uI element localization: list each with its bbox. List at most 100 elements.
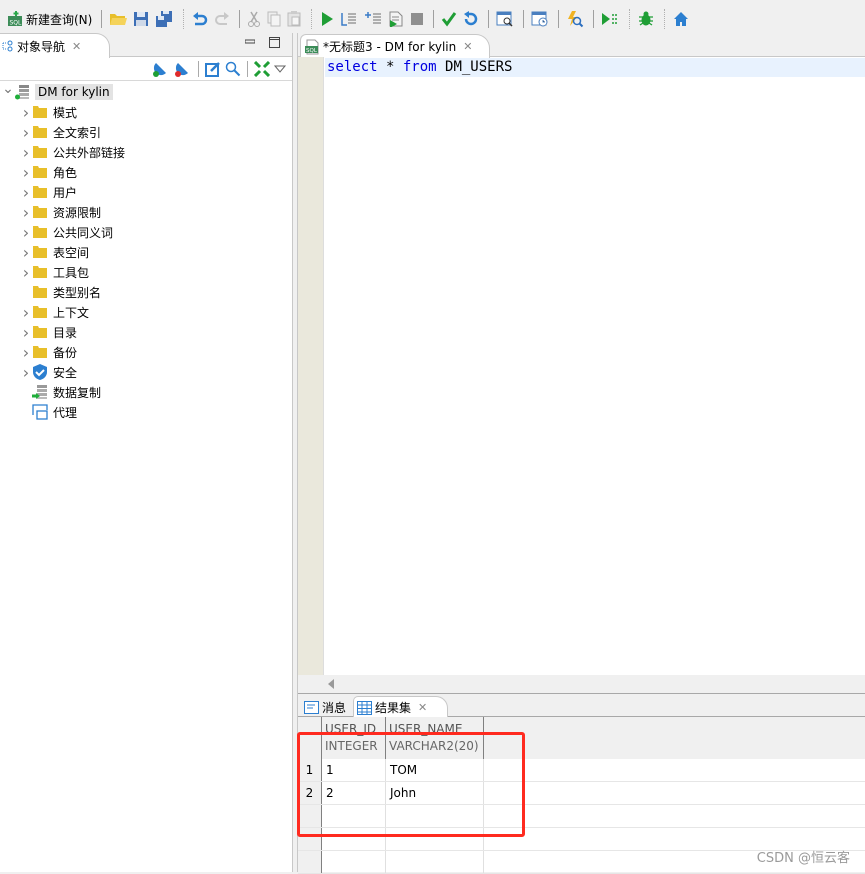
empty-cell — [386, 805, 484, 827]
chevron-right-icon[interactable]: › — [20, 123, 32, 142]
execute-batch-button[interactable] — [362, 8, 384, 30]
new-query-button[interactable]: SQL 新建查询(N) — [5, 8, 94, 30]
execute-button[interactable] — [318, 8, 336, 30]
job-history-button[interactable] — [529, 8, 551, 30]
sql-code-line[interactable]: select * from DM_USERS — [325, 58, 865, 77]
view-menu-icon[interactable] — [274, 64, 286, 74]
tree-item[interactable]: › 目录 — [0, 322, 292, 342]
calendar-search-icon — [496, 11, 513, 27]
tree-item[interactable]: 类型别名 — [0, 282, 292, 302]
tree-item[interactable]: › 公共外部链接 — [0, 142, 292, 162]
cell-user-id[interactable]: 1 — [322, 759, 386, 781]
undo-button[interactable] — [190, 8, 210, 30]
chevron-right-icon[interactable]: › — [20, 323, 32, 342]
chevron-right-icon[interactable]: › — [20, 303, 32, 322]
commit-button[interactable] — [439, 8, 459, 30]
open-button[interactable] — [107, 8, 129, 30]
chevron-right-icon[interactable]: › — [20, 343, 32, 362]
tree-item[interactable]: › 角色 — [0, 162, 292, 182]
tab-sql-editor[interactable]: SQL *无标题3 - DM for kylin ✕ — [300, 34, 490, 58]
execute-script-button[interactable] — [386, 8, 406, 30]
tree-item[interactable]: 代理 — [0, 402, 292, 422]
rollback-button[interactable] — [461, 8, 481, 30]
replication-icon — [32, 384, 48, 400]
check-icon — [442, 12, 457, 27]
disconnect-icon[interactable] — [174, 61, 192, 77]
chevron-right-icon[interactable]: › — [20, 163, 32, 182]
cell-user-name[interactable]: TOM — [386, 759, 484, 781]
bug-icon — [639, 11, 654, 26]
minimize-icon[interactable] — [245, 37, 255, 47]
expand-all-icon[interactable] — [254, 60, 270, 77]
tree-item[interactable]: › 安全 — [0, 362, 292, 382]
debug-step-button[interactable] — [599, 8, 621, 30]
tree-item[interactable]: › 上下文 — [0, 302, 292, 322]
row-number — [298, 805, 322, 827]
folder-icon — [32, 304, 48, 320]
toolbar-separator — [183, 9, 185, 29]
navigator-tabbar: 对象导航 ✕ — [0, 33, 292, 58]
tree-item[interactable]: › 用户 — [0, 182, 292, 202]
table-row[interactable]: 2 2 John — [298, 782, 865, 805]
search-icon[interactable] — [225, 61, 241, 77]
batch-icon — [365, 12, 382, 24]
tree-item-label: 全文索引 — [53, 125, 102, 140]
row-number: 2 — [298, 782, 322, 804]
chevron-right-icon[interactable]: › — [20, 243, 32, 262]
debug-button[interactable] — [636, 8, 656, 30]
home-button[interactable] — [671, 8, 691, 30]
column-header[interactable]: USER_NAME VARCHAR2(20) — [386, 717, 484, 759]
chevron-right-icon[interactable]: › — [20, 143, 32, 162]
horizontal-scrollbar[interactable] — [298, 675, 865, 693]
close-icon[interactable]: ✕ — [72, 40, 81, 53]
tree-item[interactable]: › 公共同义词 — [0, 222, 292, 242]
save-all-icon — [156, 11, 173, 27]
tree-root-connection[interactable]: ⌄ DM for kylin — [0, 81, 292, 102]
connect-icon[interactable] — [152, 61, 170, 77]
cell-user-name[interactable]: John — [386, 782, 484, 804]
stop-button[interactable] — [408, 8, 426, 30]
maximize-icon[interactable] — [269, 37, 280, 48]
shield-icon — [32, 364, 48, 380]
folder-icon — [32, 104, 48, 120]
scroll-left-icon[interactable] — [328, 679, 334, 689]
chevron-right-icon[interactable]: › — [20, 103, 32, 122]
close-icon[interactable]: ✕ — [418, 701, 427, 714]
tree-item[interactable]: › 资源限制 — [0, 202, 292, 222]
close-icon[interactable]: ✕ — [463, 40, 472, 53]
tab-resultset[interactable]: 结果集 ✕ — [353, 696, 448, 718]
chevron-right-icon[interactable]: › — [20, 223, 32, 242]
cell-user-id[interactable]: 2 — [322, 782, 386, 804]
chevron-right-icon[interactable]: › — [20, 363, 32, 382]
performance-monitor-button[interactable] — [564, 8, 586, 30]
tree-item[interactable]: › 备份 — [0, 342, 292, 362]
save-button[interactable] — [131, 8, 151, 30]
stop-icon — [411, 13, 424, 25]
copy-button[interactable] — [265, 8, 283, 30]
chevron-down-icon[interactable]: ⌄ — [2, 81, 14, 97]
chevron-right-icon[interactable]: › — [20, 263, 32, 282]
chevron-right-icon[interactable]: › — [20, 183, 32, 202]
save-all-button[interactable] — [153, 8, 175, 30]
table-row[interactable]: 1 1 TOM — [298, 759, 865, 782]
toolbar-separator — [247, 60, 248, 77]
column-header[interactable]: USER_ID INTEGER — [322, 717, 386, 759]
cut-button[interactable] — [245, 8, 263, 30]
tree-item[interactable]: › 表空间 — [0, 242, 292, 262]
execute-explain-button[interactable] — [338, 8, 360, 30]
tree-item[interactable]: 数据复制 — [0, 382, 292, 402]
paste-button[interactable] — [285, 8, 303, 30]
folder-icon — [32, 284, 48, 300]
tab-object-navigator[interactable]: 对象导航 ✕ — [0, 33, 110, 58]
tree-item[interactable]: › 模式 — [0, 102, 292, 122]
tree-item[interactable]: › 工具包 — [0, 262, 292, 282]
schedule-job-button[interactable] — [494, 8, 516, 30]
tree-item[interactable]: › 全文索引 — [0, 122, 292, 142]
chevron-right-icon[interactable]: › — [20, 203, 32, 222]
redo-button[interactable] — [212, 8, 232, 30]
edit-icon[interactable] — [205, 61, 221, 77]
object-tree: ⌄ DM for kylin › 模式 › 全文索引 › 公共外部链接 › 角色 › 用户 › 资源限制 ›… — [0, 81, 292, 422]
toolbar-separator — [523, 10, 525, 28]
tab-messages[interactable]: 消息 — [301, 696, 349, 718]
empty-cell — [484, 805, 865, 827]
